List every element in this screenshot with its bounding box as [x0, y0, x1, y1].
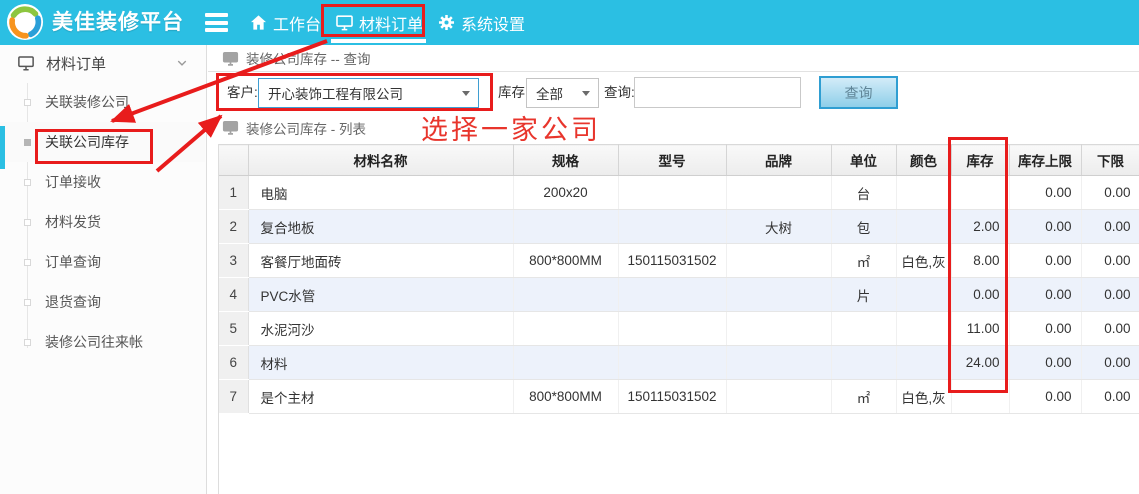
sidebar-item-order-query[interactable]: 订单查询	[0, 242, 205, 282]
stock-label: 库存:	[498, 72, 529, 114]
sidebar-item-label: 关联公司库存	[45, 134, 129, 150]
monitor-icon	[222, 50, 239, 67]
sidebar-menu: 关联装修公司 关联公司库存 订单接收 材料发货 订单查询 退货查询	[0, 82, 205, 362]
sidebar-group-material-orders[interactable]: 材料订单	[0, 45, 206, 81]
col-header-unit[interactable]: 单位	[831, 145, 896, 176]
col-header-stock-max[interactable]: 库存上限	[1009, 145, 1081, 176]
list-section-title: 装修公司库存 - 列表	[208, 114, 366, 141]
table-row[interactable]: 6 材料 24.00 0.00 0.00	[219, 346, 1139, 380]
table-row[interactable]: 3 客餐厅地面砖 800*800MM 150115031502 ㎡ 白色,灰 8…	[219, 244, 1139, 278]
stock-table: 材料名称 规格 型号 品牌 单位 颜色 库存 库存上限 下限 1 电脑	[218, 144, 1139, 494]
active-tab-underline	[331, 39, 426, 43]
dropdown-caret-icon	[462, 91, 470, 96]
section-title-text: 装修公司库存 -- 查询	[246, 48, 371, 68]
tree-node-icon	[24, 179, 31, 186]
sidebar-item-label: 退货查询	[45, 294, 101, 310]
query-button[interactable]: 查询	[819, 76, 898, 109]
table-row[interactable]: 1 电脑 200x20 台 0.00 0.00	[219, 176, 1139, 210]
nav-label: 工作台	[273, 11, 321, 35]
table-row[interactable]: 5 水泥河沙 11.00 0.00 0.00	[219, 312, 1139, 346]
nav-item-workbench[interactable]: 工作台	[249, 0, 321, 45]
app-title: 美佳装修平台	[52, 0, 184, 45]
customer-select[interactable]: 开心装饰工程有限公司	[258, 78, 479, 108]
sidebar-item-material-shipping[interactable]: 材料发货	[0, 202, 205, 242]
top-bar: 美佳装修平台 工作台 材料订单	[0, 0, 1139, 45]
col-header-spec[interactable]: 规格	[513, 145, 618, 176]
home-icon	[249, 13, 268, 32]
sidebar-item-company-stock[interactable]: 关联公司库存	[0, 122, 205, 162]
monitor-icon	[335, 13, 354, 32]
app-logo-icon	[6, 3, 44, 41]
stock-select-value: 全部	[536, 83, 563, 103]
customer-select-value: 开心装饰工程有限公司	[268, 83, 403, 103]
sidebar-item-label: 关联装修公司	[45, 94, 129, 110]
monitor-icon	[17, 54, 35, 72]
section-title-text: 装修公司库存 - 列表	[246, 118, 366, 138]
col-header-material-name[interactable]: 材料名称	[248, 145, 513, 176]
table-row[interactable]: 7 是个主材 800*800MM 150115031502 ㎡ 白色,灰 0.0…	[219, 380, 1139, 414]
col-header-index	[219, 145, 248, 176]
main-content: 装修公司库存 -- 查询 客户: 开心装饰工程有限公司 库存: 全部 查询: 查…	[208, 45, 1139, 494]
col-header-color[interactable]: 颜色	[896, 145, 951, 176]
sidebar-item-return-query[interactable]: 退货查询	[0, 282, 205, 322]
dropdown-caret-icon	[582, 91, 590, 96]
tree-node-icon	[24, 339, 31, 346]
col-header-model[interactable]: 型号	[618, 145, 726, 176]
table-row[interactable]: 4 PVC水管 片 0.00 0.00 0.00	[219, 278, 1139, 312]
tree-node-icon	[24, 299, 31, 306]
nav-label: 材料订单	[359, 11, 423, 35]
tree-node-icon	[24, 139, 31, 146]
col-header-brand[interactable]: 品牌	[726, 145, 831, 176]
col-header-stock[interactable]: 库存	[951, 145, 1009, 176]
sidebar: 材料订单 关联装修公司 关联公司库存 订单接收 材	[0, 45, 207, 494]
sidebar-item-label: 装修公司往来帐	[45, 334, 143, 350]
col-header-stock-min[interactable]: 下限	[1081, 145, 1139, 176]
sidebar-item-linked-companies[interactable]: 关联装修公司	[0, 82, 205, 122]
active-item-accent	[0, 126, 5, 169]
sidebar-item-label: 订单接收	[45, 174, 101, 190]
filter-bar: 客户: 开心装饰工程有限公司 库存: 全部 查询: 查询	[208, 72, 1139, 114]
sidebar-item-label: 订单查询	[45, 254, 101, 270]
query-section-title: 装修公司库存 -- 查询	[208, 45, 1139, 72]
chevron-down-icon	[176, 57, 188, 69]
tree-node-icon	[24, 99, 31, 106]
sidebar-item-label: 材料发货	[45, 214, 101, 230]
gear-icon	[437, 13, 456, 32]
customer-label: 客户:	[227, 72, 258, 114]
search-label: 查询:	[604, 72, 635, 114]
table-row[interactable]: 2 复合地板 大树 包 2.00 0.00 0.00	[219, 210, 1139, 244]
menu-toggle-icon[interactable]	[205, 13, 228, 32]
monitor-icon	[222, 119, 239, 136]
nav-item-system-settings[interactable]: 系统设置	[437, 0, 525, 45]
sidebar-item-order-receive[interactable]: 订单接收	[0, 162, 205, 202]
tree-node-icon	[24, 259, 31, 266]
nav-label: 系统设置	[461, 11, 525, 35]
sidebar-group-label: 材料订单	[46, 53, 106, 74]
sidebar-item-company-accounts[interactable]: 装修公司往来帐	[0, 322, 205, 362]
stock-select[interactable]: 全部	[526, 78, 599, 108]
tree-node-icon	[24, 219, 31, 226]
table-header-row: 材料名称 规格 型号 品牌 单位 颜色 库存 库存上限 下限	[219, 145, 1139, 176]
search-input[interactable]	[634, 77, 801, 108]
app-window: 美佳装修平台 工作台 材料订单	[0, 0, 1139, 494]
